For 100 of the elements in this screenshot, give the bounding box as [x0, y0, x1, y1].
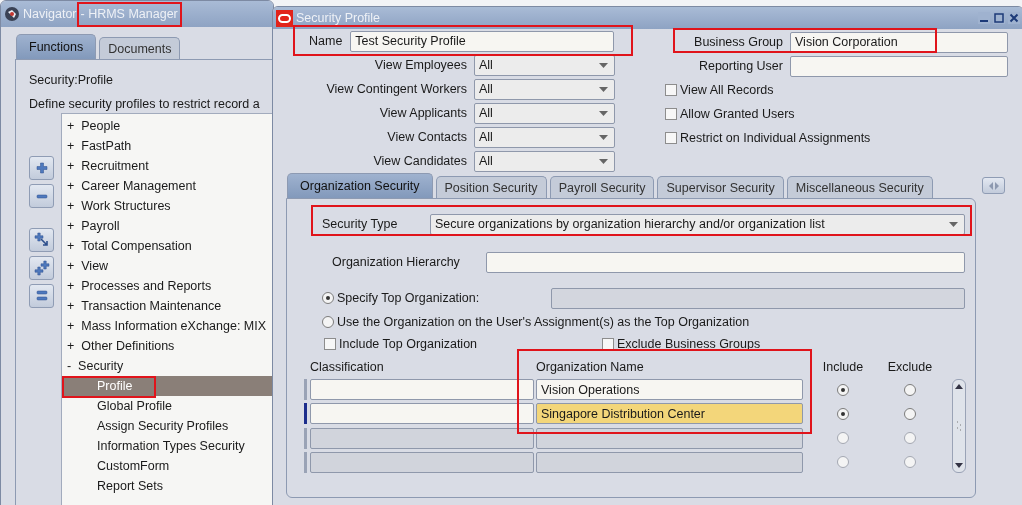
field-label: Name	[309, 34, 343, 48]
field-label: Organization Hierarchy	[332, 255, 461, 269]
tree-item[interactable]: Report Sets	[62, 476, 273, 496]
down-arrow-icon[interactable]	[955, 463, 963, 468]
dropdown-caret-icon[interactable]	[599, 86, 608, 92]
select-field[interactable]: All	[474, 102, 615, 124]
tree-item[interactable]: Information Types Security	[62, 436, 273, 456]
tree-item[interactable]: + View	[62, 256, 273, 276]
app-logo-icon	[4, 6, 20, 22]
tree-item[interactable]: CustomForm	[62, 456, 273, 476]
classification-cell[interactable]	[310, 427, 534, 449]
checkbox-option[interactable]: Restrict on Individual Assignments	[653, 126, 1008, 150]
tree-item[interactable]: - Security	[62, 356, 273, 376]
include-radio[interactable]	[837, 383, 849, 396]
field-label: View Contacts	[386, 130, 467, 144]
expand-all-button[interactable]	[29, 256, 54, 280]
close-icon[interactable]	[1008, 12, 1020, 24]
tree-item[interactable]: + People	[62, 116, 273, 136]
tab[interactable]: Position Security	[435, 176, 547, 198]
tree-item[interactable]: + Career Management	[62, 176, 273, 196]
column-header: Organization Name	[536, 360, 645, 377]
radio-option[interactable]: Use the Organization on the User's Assignment(s) as the Top Organization	[322, 315, 750, 329]
checkbox-option[interactable]: Exclude Business Groups	[602, 337, 761, 351]
tab[interactable]: Functions	[16, 34, 97, 59]
organization-hierarchy-field[interactable]	[486, 251, 965, 273]
app-logo-icon	[276, 9, 293, 27]
dropdown-caret-icon[interactable]	[599, 110, 608, 116]
organization-name-cell[interactable]	[536, 427, 803, 449]
expand-button[interactable]	[29, 156, 54, 180]
exclude-radio[interactable]	[904, 456, 916, 469]
tree-item[interactable]: Profile	[62, 376, 273, 396]
classification-cell[interactable]	[310, 451, 534, 473]
column-header: Exclude	[886, 360, 934, 377]
include-radio[interactable]	[837, 456, 849, 469]
up-arrow-icon[interactable]	[955, 384, 963, 389]
dropdown-caret-icon[interactable]	[949, 221, 958, 227]
tree-item[interactable]: Assign Security Profiles	[62, 416, 273, 436]
tree-item[interactable]: + Transaction Maintenance	[62, 296, 273, 316]
tab[interactable]: Supervisor Security	[657, 176, 784, 198]
select-field[interactable]: All	[474, 150, 615, 172]
reporting-user-field[interactable]	[790, 55, 1008, 77]
select-field[interactable]: All	[474, 78, 615, 100]
tree-item[interactable]: Global Profile	[62, 396, 273, 416]
organization-name-cell[interactable]	[536, 451, 803, 473]
tab[interactable]: Documents	[99, 37, 181, 59]
checkbox-option[interactable]: Allow Granted Users	[653, 102, 1008, 126]
business-group-field[interactable]: Vision Corporation	[790, 31, 1008, 53]
window-title: Security Profile	[296, 11, 381, 25]
organization-name-cell[interactable]: Singapore Distribution Center	[536, 403, 803, 425]
organization-name-cell[interactable]: Vision Operations	[536, 379, 803, 401]
maximize-icon[interactable]	[993, 12, 1005, 24]
tree-item[interactable]: + Work Structures	[62, 196, 273, 216]
collapse-all-button[interactable]	[29, 284, 54, 308]
plus-arrow-icon	[33, 232, 50, 248]
select-field[interactable]: All	[474, 54, 615, 76]
security-type-select[interactable]: Secure organizations by organization hierarchy and/or organization list	[430, 213, 965, 235]
field-label: View Candidates	[372, 154, 467, 168]
field-label: View Contingent Workers	[325, 82, 467, 96]
double-minus-icon	[33, 288, 50, 304]
function-heading: Security:Profile	[29, 72, 115, 89]
tree-item[interactable]: + Other Definitions	[62, 336, 273, 356]
radio-option[interactable]: Specify Top Organization:	[322, 291, 551, 305]
checkbox-option[interactable]: Include Top Organization	[324, 337, 602, 351]
include-radio[interactable]	[837, 408, 849, 420]
tree-item[interactable]: + Mass Information eXchange: MIX	[62, 316, 273, 336]
include-radio[interactable]	[837, 432, 849, 445]
tree-item[interactable]: + Total Compensation	[62, 236, 273, 256]
column-header: Classification	[310, 360, 385, 377]
double-plus-icon	[33, 260, 50, 276]
select-field[interactable]: All	[474, 126, 615, 148]
dropdown-caret-icon[interactable]	[599, 62, 608, 68]
plus-icon	[33, 160, 50, 176]
tree-item[interactable]: + FastPath	[62, 136, 273, 156]
classification-cell[interactable]	[310, 403, 534, 425]
field-label: View Applicants	[378, 106, 467, 120]
tree-item[interactable]: + Recruitment	[62, 156, 273, 176]
dropdown-caret-icon[interactable]	[599, 158, 608, 164]
exclude-radio[interactable]	[904, 383, 916, 396]
field-label: View Employees	[373, 58, 467, 72]
field-label: Reporting User	[697, 59, 783, 73]
tree-item[interactable]: + Payroll	[62, 216, 273, 236]
tree-item[interactable]: + Processes and Reports	[62, 276, 273, 296]
tab[interactable]: Payroll Security	[549, 176, 655, 198]
tab[interactable]: Organization Security	[287, 173, 433, 198]
exclude-radio[interactable]	[904, 408, 916, 420]
top-organization-field[interactable]	[551, 287, 965, 309]
scrollbar[interactable]	[952, 379, 966, 473]
exclude-radio[interactable]	[904, 432, 916, 445]
collapse-button[interactable]	[29, 184, 54, 208]
tab[interactable]: Miscellaneous Security	[786, 176, 933, 198]
checkbox-option[interactable]: View All Records	[653, 78, 1008, 102]
tab-scroll-button[interactable]	[982, 177, 1005, 194]
field-label: Security Type	[322, 217, 399, 231]
window-subtitle: - HRMS Manager	[76, 1, 182, 27]
name-field[interactable]: Test Security Profile	[350, 30, 615, 52]
classification-cell[interactable]	[310, 379, 534, 401]
field-label: Business Group	[693, 35, 783, 49]
expand-branch-button[interactable]	[29, 228, 54, 252]
grip-icon[interactable]	[956, 420, 962, 432]
dropdown-caret-icon[interactable]	[599, 134, 608, 140]
